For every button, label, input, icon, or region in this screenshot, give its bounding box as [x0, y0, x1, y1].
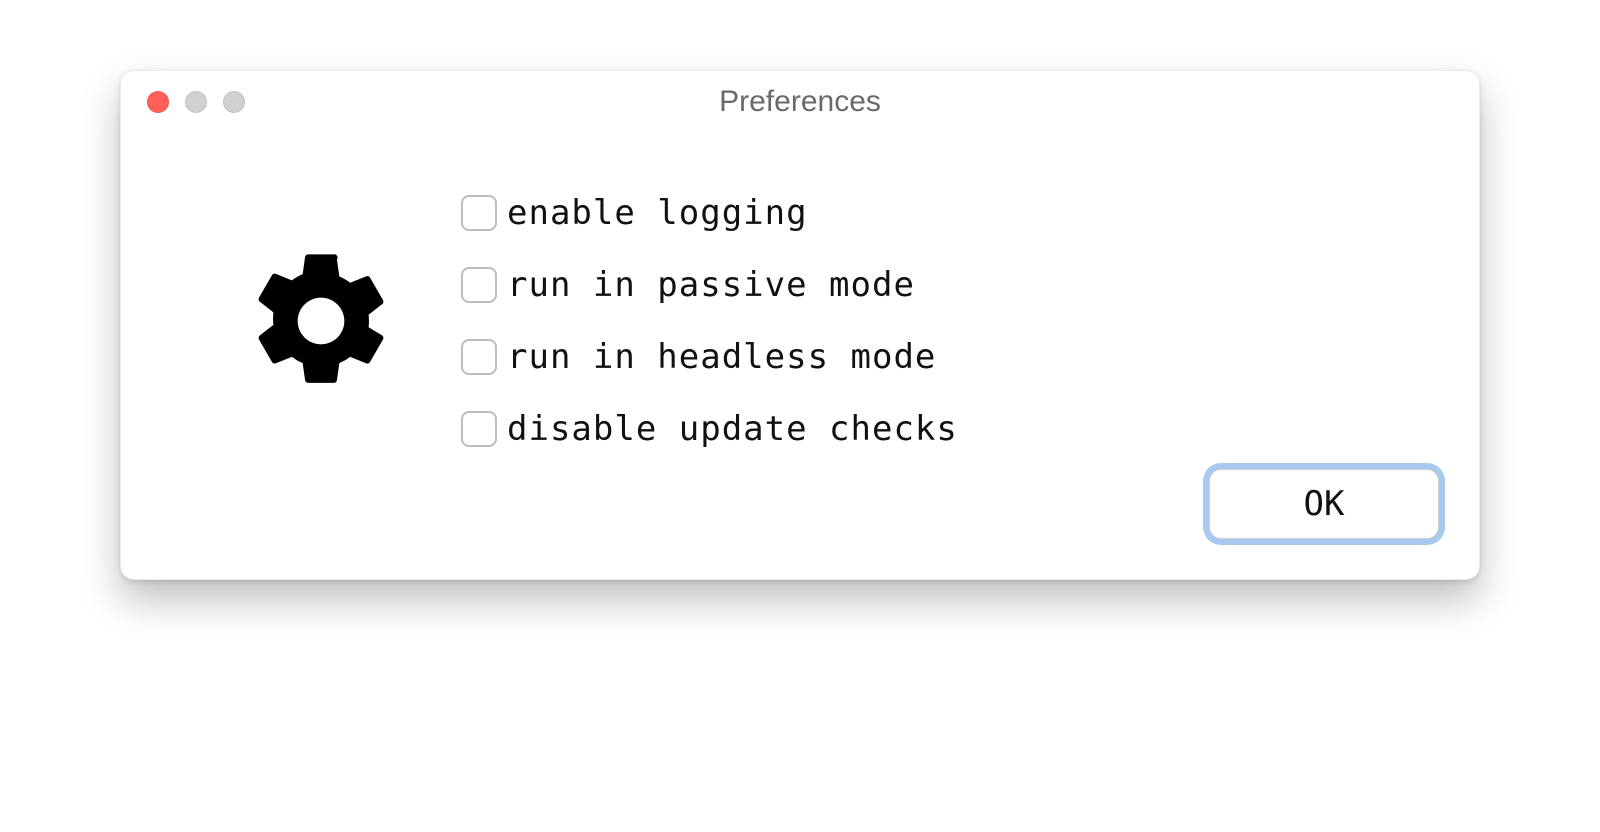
content-area: enable logging run in passive mode run i… [121, 133, 1479, 489]
window-title: Preferences [147, 85, 1453, 119]
minimize-button[interactable] [185, 91, 207, 113]
option-enable-logging: enable logging [461, 193, 1439, 233]
label-run-headless-mode[interactable]: run in headless mode [507, 337, 936, 377]
zoom-button[interactable] [223, 91, 245, 113]
options-list: enable logging run in passive mode run i… [461, 193, 1439, 449]
label-run-passive-mode[interactable]: run in passive mode [507, 265, 915, 305]
footer: OK [121, 469, 1479, 579]
preferences-window: Preferences enable logging run in passiv… [120, 70, 1480, 580]
checkbox-disable-update-checks[interactable] [461, 411, 497, 447]
option-disable-update-checks: disable update checks [461, 409, 1439, 449]
label-enable-logging[interactable]: enable logging [507, 193, 808, 233]
checkbox-enable-logging[interactable] [461, 195, 497, 231]
gear-icon [241, 241, 401, 401]
traffic-lights [147, 91, 245, 113]
titlebar: Preferences [121, 71, 1479, 133]
ok-button[interactable]: OK [1209, 469, 1439, 539]
checkbox-run-passive-mode[interactable] [461, 267, 497, 303]
close-button[interactable] [147, 91, 169, 113]
option-run-passive-mode: run in passive mode [461, 265, 1439, 305]
checkbox-run-headless-mode[interactable] [461, 339, 497, 375]
option-run-headless-mode: run in headless mode [461, 337, 1439, 377]
label-disable-update-checks[interactable]: disable update checks [507, 409, 958, 449]
